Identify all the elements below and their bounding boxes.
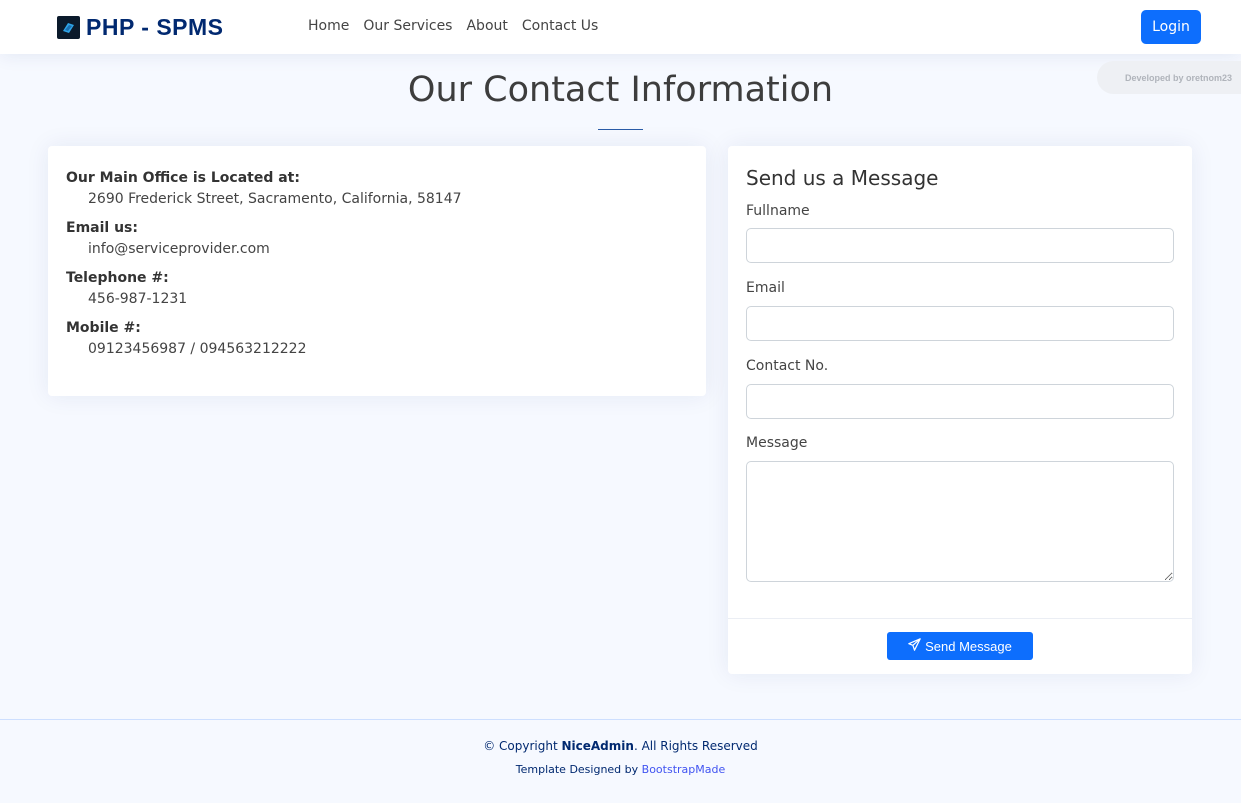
title-divider [598,129,643,130]
info-label: Our Main Office is Located at: [66,170,300,186]
send-icon [908,638,921,654]
fullname-label: Fullname [746,203,810,219]
send-message-button[interactable]: Send Message [887,632,1033,660]
page-footer: © Copyright NiceAdmin. All Rights Reserv… [0,719,1241,803]
card-footer-divider [728,618,1192,619]
message-form-card: Send us a Message Fullname Email Contact… [728,146,1192,674]
main-nav: Home Our Services About Contact Us [301,18,605,34]
brand-name: PHP - SPMS [86,14,224,40]
brand[interactable]: PHP - SPMS [57,14,224,41]
nav-home[interactable]: Home [301,18,356,34]
info-email: Email us: info@serviceprovider.com [66,218,688,260]
contact-no-input[interactable] [746,384,1174,419]
brand-logo-icon [57,16,80,39]
info-value: 09123456987 / 094563212222 [88,341,307,357]
contact-info-card: Our Main Office is Located at: 2690 Fred… [48,146,706,396]
email-label: Email [746,280,785,296]
nav-contact-us[interactable]: Contact Us [515,18,605,34]
info-label: Telephone #: [66,270,169,286]
contact-no-label: Contact No. [746,358,829,374]
info-value: 2690 Frederick Street, Sacramento, Calif… [88,191,462,207]
info-label: Mobile #: [66,320,141,336]
credits: Template Designed by BootstrapMade [0,763,1241,776]
copyright-suffix: . All Rights Reserved [633,739,758,753]
credits-prefix: Template Designed by [515,763,642,776]
info-telephone: Telephone #: 456-987-1231 [66,268,688,310]
copyright: © Copyright NiceAdmin. All Rights Reserv… [0,739,1241,753]
copyright-brand: NiceAdmin [561,739,634,753]
info-value: 456-987-1231 [88,291,188,307]
copyright-prefix: © Copyright [483,739,562,753]
send-message-label: Send Message [925,638,1012,654]
info-mobile: Mobile #: 09123456987 / 094563212222 [66,318,688,360]
email-input[interactable] [746,306,1174,341]
nav-about[interactable]: About [459,18,514,34]
nav-our-services[interactable]: Our Services [356,18,459,34]
login-button[interactable]: Login [1141,10,1201,44]
credits-link[interactable]: BootstrapMade [642,763,726,776]
fullname-input[interactable] [746,228,1174,263]
message-textarea[interactable] [746,461,1174,582]
info-value: info@serviceprovider.com [88,241,270,257]
info-label: Email us: [66,220,138,236]
message-label: Message [746,435,808,451]
top-header: PHP - SPMS Home Our Services About Conta… [0,0,1241,54]
info-office: Our Main Office is Located at: 2690 Fred… [66,168,688,210]
page-title: Our Contact Information [407,70,834,110]
form-title: Send us a Message [746,166,939,190]
